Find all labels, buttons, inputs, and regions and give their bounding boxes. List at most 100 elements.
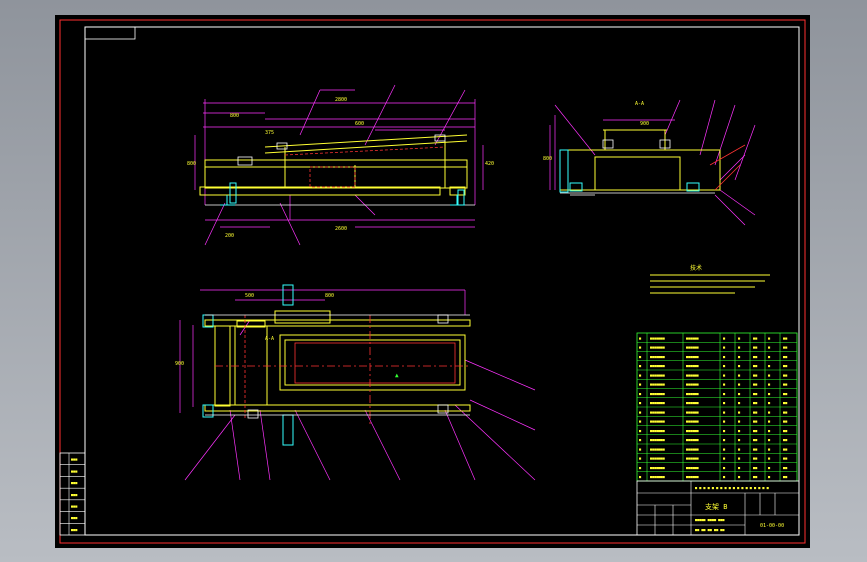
parts-table-cell-mark: ■■■■■■■: [650, 466, 666, 470]
parts-table-cell-mark: ■■: [753, 392, 758, 396]
svg-text:200: 200: [225, 233, 234, 239]
parts-table-cell-mark: ■: [723, 447, 726, 451]
parts-table-cell-mark: ■: [639, 429, 642, 433]
side-view: A-A 900 800: [543, 99, 756, 226]
parts-table-cell-mark: ■: [723, 420, 726, 424]
parts-table-cell-mark: ■: [768, 466, 771, 470]
svg-text:800: 800: [187, 161, 196, 167]
parts-table-cell-mark: ■: [768, 429, 771, 433]
parts-table-cell-mark: ■■: [783, 373, 788, 377]
parts-table-cell-mark: ■: [768, 336, 771, 340]
parts-table-cell-mark: ■: [723, 346, 726, 350]
parts-table-cell-mark: ■: [723, 438, 726, 442]
parts-table-cell-mark: ■■: [753, 447, 758, 451]
revision-table-cell-mark: ■■■: [71, 469, 78, 473]
parts-table-cell-mark: ■■■■■■■: [650, 401, 666, 405]
parts-table-cell-mark: ■: [738, 429, 741, 433]
parts-table-cell-mark: ■■: [753, 429, 758, 433]
parts-table-cell-mark: ■: [768, 373, 771, 377]
revision-table-cell-mark: ■■■: [71, 516, 78, 520]
parts-table-cell-mark: ■: [723, 364, 726, 368]
parts-table-cell-mark: ■■■■■■■: [650, 475, 666, 479]
parts-table-cell-mark: ■■■■■■■: [650, 438, 666, 442]
parts-table-cell-mark: ■: [738, 401, 741, 405]
revision-table-cell-mark: ■■■: [71, 504, 78, 508]
front-view: 800 2800 600 375 800 420 2600 200: [187, 84, 494, 246]
parts-table-cell-mark: ■■■■■■■: [650, 392, 666, 396]
parts-table-cell-mark: ■: [723, 401, 726, 405]
parts-table-cell-mark: ■■■■■■■: [650, 420, 666, 424]
parts-table-cell-mark: ■: [738, 420, 741, 424]
parts-table-cell-mark: ■: [738, 447, 741, 451]
parts-table-cell-mark: ■: [738, 457, 741, 461]
svg-text:900: 900: [175, 361, 184, 367]
parts-table-cell-mark: ■: [768, 364, 771, 368]
notes-title: 技术: [690, 264, 702, 272]
parts-table-cell-mark: ■: [723, 429, 726, 433]
svg-text:A-A: A-A: [265, 336, 274, 342]
parts-table-cell-mark: ■■■■■■■: [650, 429, 666, 433]
svg-text:A-A: A-A: [635, 101, 644, 107]
parts-table-cell-mark: ■: [768, 438, 771, 442]
drawing-number: 01-00-00: [760, 523, 784, 529]
parts-table-cell-mark: ■■: [753, 438, 758, 442]
parts-table-cell-mark: ■■: [753, 410, 758, 414]
parts-table-cell-mark: ■: [639, 401, 642, 405]
parts-table-cell-mark: ■■: [753, 373, 758, 377]
parts-table-cell-mark: ■■: [753, 401, 758, 405]
cad-drawing-canvas[interactable]: 800 2800 600 375 800 420 2600 200 A-A 90…: [55, 15, 810, 548]
parts-table-cell-mark: ■■■■■■: [686, 447, 700, 451]
parts-table-cell-mark: ■■: [783, 475, 788, 479]
revision-table-cell-mark: ■■■: [71, 481, 78, 485]
parts-table-cell-mark: ■: [639, 373, 642, 377]
svg-text:▲: ▲: [395, 372, 399, 379]
parts-table-cell-mark: ■: [768, 401, 771, 405]
parts-table-cell-mark: ■: [723, 410, 726, 414]
parts-table-cell-mark: ■■■■■■: [686, 355, 700, 359]
parts-table-cell-mark: ■: [639, 364, 642, 368]
title-block: ■ ■ ■ ■ ■ ■ ■ ■ ■ ■ ■ ■ ■ ■ ■ ■ ■ ■ 支架 B…: [636, 480, 800, 536]
corner-code-box: [84, 26, 136, 40]
parts-table-cell-mark: ■: [738, 410, 741, 414]
parts-table-cell-mark: ■■■■■■: [686, 466, 700, 470]
parts-table-cell-mark: ■: [768, 457, 771, 461]
parts-table-cell-mark: ■■■■■■: [686, 438, 700, 442]
parts-table-cell-mark: ■■■■■■: [686, 364, 700, 368]
svg-text:■■■■■ ■■■■ ■■■: ■■■■■ ■■■■ ■■■: [695, 518, 725, 522]
parts-table-cell-mark: ■: [738, 383, 741, 387]
parts-table-cell-mark: ■■■■■■■: [650, 457, 666, 461]
parts-table-cell-mark: ■■: [783, 364, 788, 368]
parts-table-cell-mark: ■■: [753, 475, 758, 479]
parts-table-cell-mark: ■: [639, 466, 642, 470]
parts-table-cell-mark: ■: [639, 457, 642, 461]
parts-table-cell-mark: ■■■■■■: [686, 457, 700, 461]
parts-table-cell-mark: ■: [639, 438, 642, 442]
parts-table-cell-mark: ■■: [783, 457, 788, 461]
parts-table-cell-mark: ■■: [783, 429, 788, 433]
parts-table-cell-mark: ■■■■■■■: [650, 447, 666, 451]
parts-table-cell-mark: ■: [723, 457, 726, 461]
svg-text:500: 500: [245, 293, 254, 299]
parts-table-cell-mark: ■■: [783, 466, 788, 470]
svg-text:800: 800: [325, 293, 334, 299]
parts-table-cell-mark: ■: [768, 392, 771, 396]
plan-view: ▲ 500 800 900 A-A: [175, 284, 536, 481]
parts-table-cell-mark: ■■: [783, 355, 788, 359]
svg-text:800: 800: [230, 113, 239, 119]
parts-table-cell-mark: ■■■■■■: [686, 429, 700, 433]
parts-table-cell-mark: ■■: [753, 364, 758, 368]
parts-table-cell-mark: ■: [639, 355, 642, 359]
svg-text:600: 600: [355, 121, 364, 127]
parts-table-cell-mark: ■■: [753, 355, 758, 359]
parts-table-cell-mark: ■: [738, 336, 741, 340]
parts-table-cell-mark: ■: [738, 346, 741, 350]
title-block-name: 支架 B: [705, 502, 727, 511]
parts-table-cell-mark: ■: [723, 373, 726, 377]
parts-table-cell-mark: ■■■■■■: [686, 475, 700, 479]
parts-table-cell-mark: ■: [723, 475, 726, 479]
svg-text:■■ ■■ ■■ ■■ ■■: ■■ ■■ ■■ ■■ ■■: [695, 528, 725, 532]
parts-table-cell-mark: ■■: [783, 336, 788, 340]
parts-table-cell-mark: ■: [768, 410, 771, 414]
parts-table-cell-mark: ■: [738, 355, 741, 359]
parts-table-cell-mark: ■■■■■■: [686, 383, 700, 387]
